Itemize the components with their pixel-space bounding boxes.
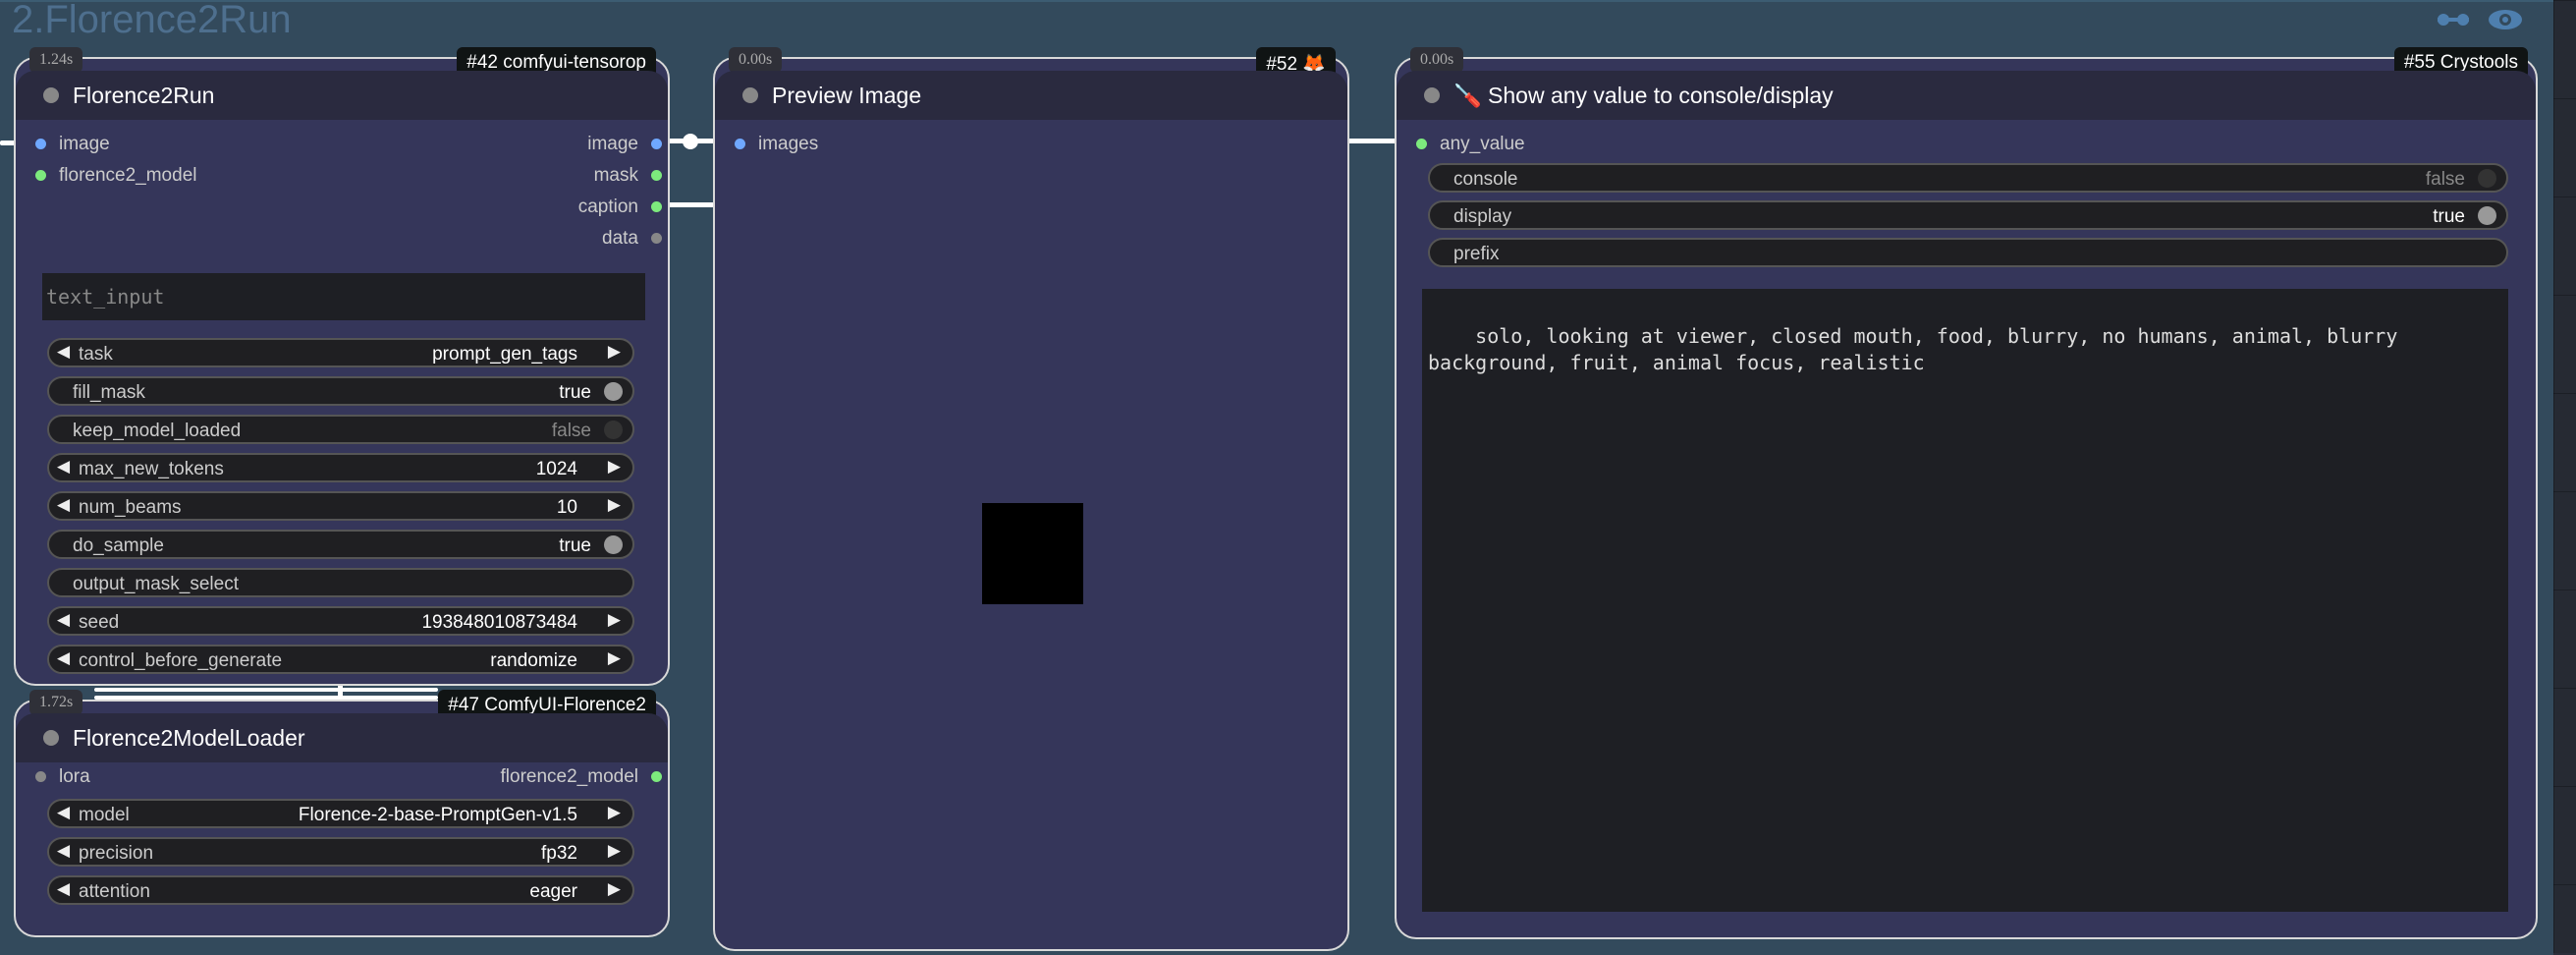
slot-dot[interactable] <box>651 139 662 149</box>
slot-dot[interactable] <box>35 139 46 149</box>
widget-model[interactable]: ◀ model Florence-2-base-PromptGen-v1.5 ▶ <box>47 799 634 828</box>
text-input-field[interactable]: text_input <box>42 273 645 320</box>
input-image[interactable]: image <box>35 134 110 155</box>
screwdriver-icon: 🪛 <box>1453 83 1482 108</box>
node-florence2-model-loader[interactable]: 1.72s #47 ComfyUI-Florence2 Florence2Mod… <box>14 690 670 937</box>
arrow-left-icon[interactable]: ◀ <box>57 879 70 899</box>
input-images[interactable]: images <box>735 134 818 155</box>
widget-keep-model-loaded[interactable]: keep_model_loaded false <box>47 415 634 444</box>
node-show-any-value[interactable]: 0.00s #55 Crystools 🪛 Show any value to … <box>1395 47 2538 939</box>
eye-icon[interactable] <box>2487 8 2524 31</box>
collapse-dot[interactable] <box>1424 87 1440 103</box>
node-title[interactable]: 🪛 Show any value to console/display <box>1453 83 1834 109</box>
output-image[interactable]: image <box>587 134 662 155</box>
slot-dot[interactable] <box>651 771 662 782</box>
group-title[interactable]: 2.Florence2Run <box>12 0 292 42</box>
slot-dot[interactable] <box>35 170 46 181</box>
output-mask[interactable]: mask <box>594 165 662 187</box>
arrow-left-icon[interactable]: ◀ <box>57 610 70 630</box>
slot-dot[interactable] <box>651 170 662 181</box>
widget-prefix[interactable]: prefix <box>1428 238 2508 267</box>
arrow-right-icon[interactable]: ▶ <box>608 610 621 630</box>
arrow-left-icon[interactable]: ◀ <box>57 342 70 362</box>
node-timing: 0.00s <box>1410 47 1464 73</box>
slot-dot[interactable] <box>1416 139 1427 149</box>
arrow-left-icon[interactable]: ◀ <box>57 495 70 515</box>
node-florence2run[interactable]: 1.24s #42 comfyui-tensorop Florence2Run … <box>14 47 670 686</box>
node-title[interactable]: Preview Image <box>772 83 921 109</box>
arrow-left-icon[interactable]: ◀ <box>57 803 70 822</box>
node-timing: 1.24s <box>29 47 83 73</box>
toggle-knob-icon[interactable] <box>2478 169 2496 188</box>
collapse-dot[interactable] <box>43 730 59 746</box>
slot-dot[interactable] <box>651 233 662 244</box>
widget-fill-mask[interactable]: fill_mask true <box>47 376 634 406</box>
toggle-knob-icon[interactable] <box>2478 206 2496 225</box>
widget-attention[interactable]: ◀ attention eager ▶ <box>47 875 634 905</box>
node-header[interactable]: Preview Image <box>715 71 1347 120</box>
node-header[interactable]: Florence2ModelLoader <box>16 713 668 762</box>
widget-output-mask-select[interactable]: output_mask_select <box>47 568 634 597</box>
arrow-left-icon[interactable]: ◀ <box>57 457 70 477</box>
widget-seed[interactable]: ◀ seed 193848010873484 ▶ <box>47 606 634 636</box>
node-title[interactable]: Florence2Run <box>73 83 214 109</box>
collapse-dot[interactable] <box>43 87 59 103</box>
toggle-knob-icon[interactable] <box>604 535 623 554</box>
node-timing: 1.72s <box>29 690 83 715</box>
widget-do-sample[interactable]: do_sample true <box>47 530 634 559</box>
arrow-left-icon[interactable]: ◀ <box>57 648 70 668</box>
output-data[interactable]: data <box>602 228 662 250</box>
arrow-right-icon[interactable]: ▶ <box>608 342 621 362</box>
output-florence2-model[interactable]: florence2_model <box>501 766 662 788</box>
arrow-right-icon[interactable]: ▶ <box>608 879 621 899</box>
widget-num-beams[interactable]: ◀ num_beams 10 ▶ <box>47 491 634 521</box>
input-any-value[interactable]: any_value <box>1416 134 1525 155</box>
arrow-right-icon[interactable]: ▶ <box>608 648 621 668</box>
widget-display[interactable]: display true <box>1428 200 2508 230</box>
node-timing: 0.00s <box>729 47 783 73</box>
toggle-knob-icon[interactable] <box>604 421 623 439</box>
slot-dot[interactable] <box>35 771 46 782</box>
input-lora[interactable]: lora <box>35 766 90 788</box>
widget-max-new-tokens[interactable]: ◀ max_new_tokens 1024 ▶ <box>47 453 634 482</box>
link-icon[interactable] <box>2434 10 2473 29</box>
collapse-dot[interactable] <box>742 87 758 103</box>
widget-precision[interactable]: ◀ precision fp32 ▶ <box>47 837 634 867</box>
arrow-left-icon[interactable]: ◀ <box>57 841 70 861</box>
group-toolbar <box>2434 8 2524 31</box>
node-header[interactable]: 🪛 Show any value to console/display <box>1397 71 2536 120</box>
arrow-right-icon[interactable]: ▶ <box>608 495 621 515</box>
widget-console[interactable]: console false <box>1428 163 2508 193</box>
widget-control-before-generate[interactable]: ◀ control_before_generate randomize ▶ <box>47 645 634 674</box>
node-title[interactable]: Florence2ModelLoader <box>73 725 305 752</box>
arrow-right-icon[interactable]: ▶ <box>608 803 621 822</box>
arrow-right-icon[interactable]: ▶ <box>608 841 621 861</box>
node-header[interactable]: Florence2Run <box>16 71 668 120</box>
widget-task[interactable]: ◀ task prompt_gen_tags ▶ <box>47 338 634 367</box>
toggle-knob-icon[interactable] <box>604 382 623 401</box>
output-caption[interactable]: caption <box>578 197 662 218</box>
preview-image[interactable] <box>982 503 1083 604</box>
link-model-to-run <box>94 688 438 692</box>
node-preview-image[interactable]: 0.00s #52 🦊 Preview Image images <box>713 47 1349 951</box>
output-text-display[interactable]: solo, looking at viewer, closed mouth, f… <box>1422 289 2508 912</box>
arrow-right-icon[interactable]: ▶ <box>608 457 621 477</box>
slot-dot[interactable] <box>651 201 662 212</box>
slot-dot[interactable] <box>735 139 745 149</box>
link-reroute-dot[interactable] <box>683 134 698 149</box>
input-florence2-model[interactable]: florence2_model <box>35 165 196 187</box>
